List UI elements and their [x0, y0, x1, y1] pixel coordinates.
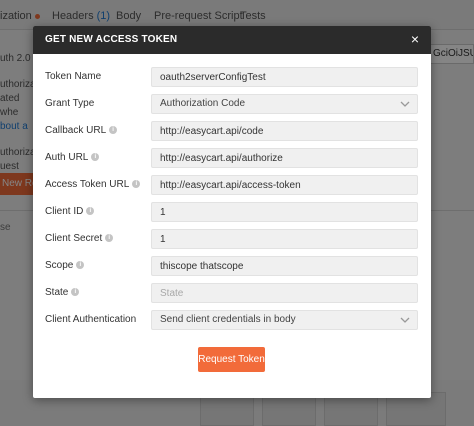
request-token-button[interactable]: Request Token [198, 347, 265, 372]
state-row: State i [33, 283, 431, 303]
grant-type-select[interactable]: Authorization Code [151, 94, 418, 114]
get-new-access-token-modal: GET NEW ACCESS TOKEN × Token Name Grant … [33, 26, 431, 398]
client-authentication-row: Client Authentication Send client creden… [33, 310, 431, 330]
info-icon[interactable]: i [132, 180, 141, 189]
callback-url-label: Callback URL i [45, 125, 118, 136]
token-name-label: Token Name [45, 71, 102, 82]
token-name-input[interactable] [151, 67, 418, 87]
state-label: State i [45, 287, 80, 298]
token-name-row: Token Name [33, 67, 431, 87]
client-id-input[interactable] [151, 202, 418, 222]
grant-type-value: Authorization Code [160, 98, 246, 109]
client-secret-row: Client Secret i [33, 229, 431, 249]
client-authentication-label: Client Authentication [45, 314, 137, 325]
access-token-url-row: Access Token URL i [33, 175, 431, 195]
scope-row: Scope i [33, 256, 431, 276]
client-secret-input[interactable] [151, 229, 418, 249]
info-icon[interactable]: i [109, 126, 118, 135]
client-id-label: Client ID i [45, 206, 95, 217]
client-authentication-select[interactable]: Send client credentials in body [151, 310, 418, 330]
access-token-url-input[interactable] [151, 175, 418, 195]
grant-type-row: Grant Type Authorization Code [33, 94, 431, 114]
state-input[interactable] [151, 283, 418, 303]
chevron-down-icon [400, 101, 410, 107]
scope-input[interactable] [151, 256, 418, 276]
client-secret-label: Client Secret i [45, 233, 114, 244]
client-authentication-value: Send client credentials in body [160, 314, 296, 325]
scope-label: Scope i [45, 260, 85, 271]
close-icon[interactable]: × [407, 31, 423, 47]
chevron-down-icon [400, 317, 410, 323]
callback-url-row: Callback URL i [33, 121, 431, 141]
modal-title: GET NEW ACCESS TOKEN [45, 34, 178, 45]
info-icon[interactable]: i [86, 207, 95, 216]
info-icon[interactable]: i [71, 288, 80, 297]
client-id-row: Client ID i [33, 202, 431, 222]
modal-header: GET NEW ACCESS TOKEN × [33, 26, 431, 54]
auth-url-label: Auth URL i [45, 152, 100, 163]
access-token-url-label: Access Token URL i [45, 179, 141, 190]
auth-url-input[interactable] [151, 148, 418, 168]
info-icon[interactable]: i [105, 234, 114, 243]
info-icon[interactable]: i [76, 261, 85, 270]
auth-url-row: Auth URL i [33, 148, 431, 168]
callback-url-input[interactable] [151, 121, 418, 141]
info-icon[interactable]: i [91, 153, 100, 162]
grant-type-label: Grant Type [45, 98, 95, 109]
